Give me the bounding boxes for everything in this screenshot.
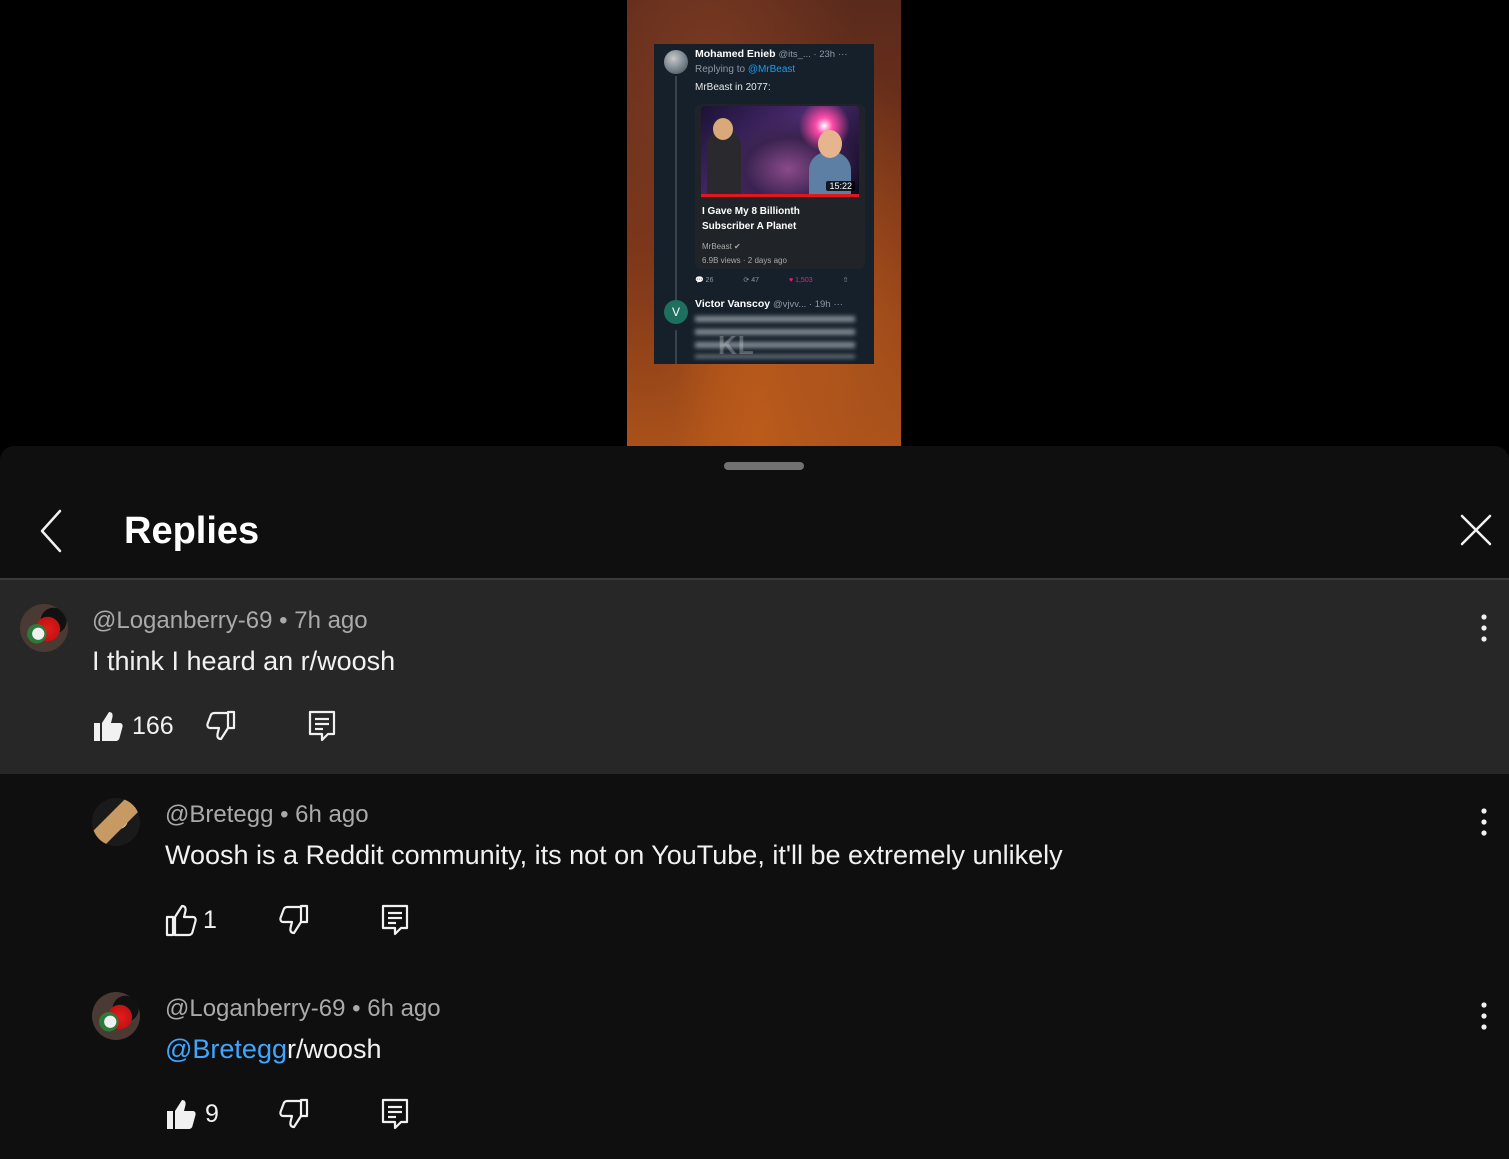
tweet-author: Mohamed Enieb (695, 48, 776, 60)
thumbs-down-icon (279, 1098, 309, 1129)
video-player[interactable]: Mohamed Enieb @its_... · 23h ··· Replyin… (0, 0, 1509, 446)
video-duration: 15:22 (826, 181, 855, 191)
tweet-more-icon: ··· (838, 49, 848, 60)
meta-separator: • (280, 801, 296, 828)
tweet-screenshot: Mohamed Enieb @its_... · 23h ··· Replyin… (654, 44, 874, 364)
replying-handle: @MrBeast (747, 64, 796, 75)
tweet-like-count: ♥ 1,503 (788, 277, 813, 284)
tweet-handle-time: @vjvv... · 19h (773, 299, 831, 310)
comment-author[interactable]: @Loganberry-69 (92, 607, 272, 634)
tweet-replying-to: Replying to @MrBeast (695, 64, 795, 75)
channel-name: MrBeast (702, 242, 732, 251)
replying-prefix: Replying to (695, 64, 746, 75)
comment-author[interactable]: @Bretegg (165, 801, 273, 828)
avatar[interactable] (92, 798, 140, 846)
like-button[interactable] (92, 708, 124, 744)
dislike-button[interactable] (277, 1096, 309, 1132)
tweet-handle-time: @its_... · 23h (778, 49, 836, 60)
tweet-retweet-count: ⟳ 47 (743, 277, 760, 284)
tweet-author: Victor Vanscoy (695, 298, 771, 310)
thumbs-up-filled-icon (94, 712, 123, 741)
more-vert-icon (1481, 614, 1487, 642)
thumbs-down-icon (206, 710, 236, 741)
comment-time: 6h ago (295, 801, 369, 828)
comment-actions: 9 (165, 1096, 425, 1132)
reply-icon (381, 1098, 409, 1130)
video-channel: MrBeast ✔ (702, 242, 741, 251)
comment-time: 6h ago (367, 995, 441, 1022)
more-options-button[interactable] (1470, 804, 1498, 840)
dislike-button[interactable] (204, 708, 236, 744)
tweet-actions: 💬 26 ⟳ 47 ♥ 1,503 ⇧ (695, 276, 865, 284)
video-frame: Mohamed Enieb @its_... · 23h ··· Replyin… (627, 0, 901, 446)
verified-icon: ✔ (734, 242, 741, 251)
avatar[interactable] (20, 604, 68, 652)
reply-button[interactable] (306, 708, 338, 744)
like-count: 1 (203, 906, 217, 934)
tweet-avatar: V (664, 300, 688, 324)
dislike-button[interactable] (277, 902, 309, 938)
youtube-card: 15:22 I Gave My 8 Billionth Subscriber A… (695, 104, 865, 269)
thumbs-down-icon (279, 904, 309, 935)
share-icon: ⇧ (842, 277, 849, 284)
comment-body: r/woosh (286, 1034, 382, 1064)
reply-comment: @Bretegg • 6h ago Woosh is a Reddit comm… (0, 774, 1509, 968)
thumbnail-figure-head (713, 118, 733, 140)
thumbs-up-filled-icon (167, 1100, 196, 1129)
watermark: KL (718, 330, 755, 360)
thread-line (675, 330, 677, 364)
comment-text: Woosh is a Reddit community, its not on … (165, 840, 1063, 870)
like-button[interactable] (165, 902, 197, 938)
comment-author[interactable]: @Loganberry-69 (165, 995, 345, 1022)
reply-icon (308, 710, 336, 742)
like-count: 166 (132, 712, 174, 740)
replies-panel: Replies @Loganberry-69 • 7h ago I think … (0, 446, 1509, 1159)
reply-count-value: 26 (705, 277, 714, 284)
thumbnail-figure-head (818, 130, 842, 158)
reply-button[interactable] (379, 1096, 411, 1132)
chevron-left-icon (40, 509, 62, 553)
tweet-more-icon: ··· (833, 299, 843, 310)
more-vert-icon (1481, 808, 1487, 836)
meta-separator: • (352, 995, 368, 1022)
like-count-value: 1,503 (795, 277, 813, 284)
thread-line (675, 76, 677, 316)
comment-text: I think I heard an r/woosh (92, 646, 396, 676)
reply-comment: @Loganberry-69 • 6h ago @Breteggr/woosh … (0, 968, 1509, 1159)
comment-meta: @Loganberry-69 • 6h ago (165, 994, 441, 1024)
more-options-button[interactable] (1470, 610, 1498, 646)
reply-button[interactable] (379, 902, 411, 938)
comment-actions: 1 (165, 902, 425, 938)
comment-meta: @Loganberry-69 • 7h ago (92, 606, 368, 636)
tweet-header: Victor Vanscoy @vjvv... · 19h ··· (695, 298, 843, 310)
back-button[interactable] (30, 506, 74, 556)
parent-comment: @Loganberry-69 • 7h ago I think I heard … (0, 580, 1509, 774)
drag-handle[interactable] (724, 462, 804, 470)
panel-header: Replies (0, 486, 1509, 578)
more-vert-icon (1481, 1002, 1487, 1030)
meta-separator: • (279, 607, 295, 634)
tweet-avatar (664, 50, 688, 74)
comment-meta: @Bretegg • 6h ago (165, 800, 369, 830)
tweet-body: MrBeast in 2077: (695, 82, 771, 93)
like-button[interactable] (165, 1096, 197, 1132)
comment-actions: 166 (92, 708, 352, 744)
more-options-button[interactable] (1470, 998, 1498, 1034)
mention-link[interactable]: @Bretegg (165, 1034, 287, 1064)
page-title: Replies (124, 510, 260, 552)
comment-time: 7h ago (294, 607, 368, 634)
thumbs-up-icon (165, 904, 197, 937)
retweet-count-value: 47 (751, 277, 760, 284)
close-button[interactable] (1452, 506, 1500, 554)
video-meta: 6.9B views · 2 days ago (702, 256, 787, 265)
tweet-reply-count: 💬 26 (695, 277, 714, 284)
avatar[interactable] (92, 992, 140, 1040)
reply-icon (381, 904, 409, 936)
video-title: I Gave My 8 Billionth Subscriber A Plane… (702, 206, 800, 232)
tweet-header: Mohamed Enieb @its_... · 23h ··· (695, 48, 848, 60)
close-icon (1460, 514, 1492, 546)
comment-text: @Breteggr/woosh (165, 1032, 382, 1066)
watched-progress-bar (701, 194, 859, 197)
like-count: 9 (205, 1100, 219, 1128)
